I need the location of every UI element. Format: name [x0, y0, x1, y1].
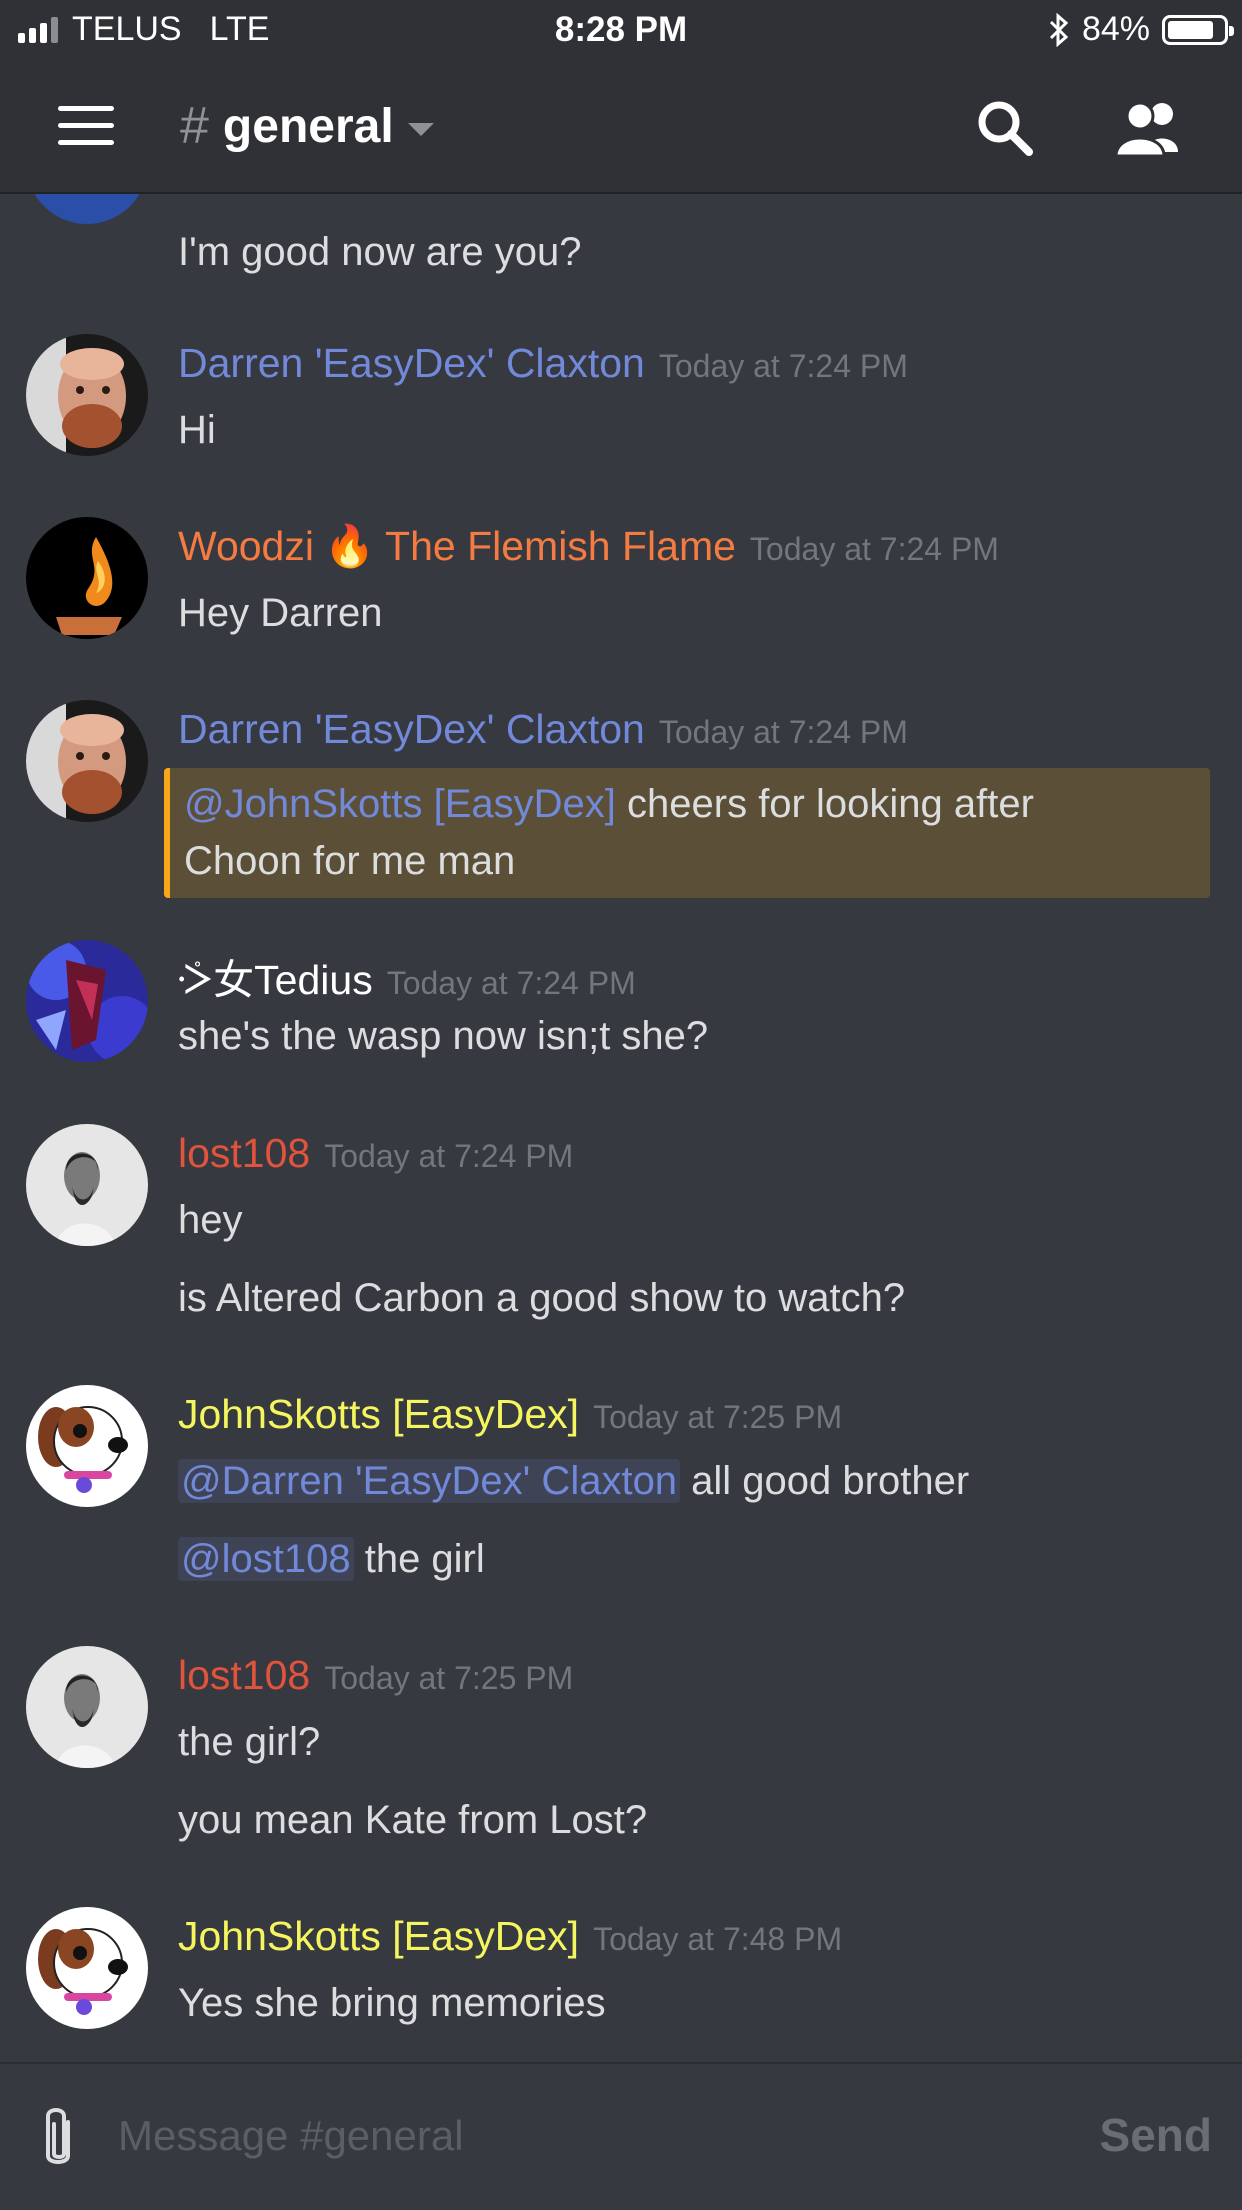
- message-list[interactable]: I'm good now are you? Darren 'EasyDex' C…: [0, 62, 1242, 2062]
- message-header: JohnSkotts [EasyDex] Today at 7:25 PM: [178, 1391, 842, 1438]
- chevron-down-icon: [407, 122, 434, 136]
- message-composer: Message #general Send: [0, 2062, 1242, 2210]
- username-suffix[interactable]: The Flemish Flame: [385, 523, 736, 570]
- fire-emoji: 🔥: [323, 523, 376, 569]
- avatar-johnskotts[interactable]: [26, 1907, 148, 2029]
- message-text: @JohnSkotts [EasyDex] cheers for looking…: [184, 776, 1198, 890]
- username[interactable]: JohnSkotts [EasyDex]: [178, 1913, 579, 1960]
- message-header: ᢶ⼥Tedius Today at 7:24 PM: [178, 946, 636, 1006]
- message-header: Darren 'EasyDex' Claxton Today at 7:24 P…: [178, 340, 908, 387]
- attachment-icon[interactable]: [36, 2104, 80, 2174]
- message-input[interactable]: Message #general: [118, 2112, 464, 2160]
- channel-header: # general: [0, 62, 1242, 194]
- username[interactable]: Woodzi: [178, 523, 314, 570]
- members-icon[interactable]: [1112, 98, 1184, 158]
- message-header: Darren 'EasyDex' Claxton Today at 7:24 P…: [178, 706, 908, 753]
- message-text: hey: [178, 1198, 243, 1242]
- timestamp: Today at 7:24 PM: [324, 1138, 574, 1174]
- avatar-darren[interactable]: [26, 334, 148, 456]
- message-text-part: cheers for looking after: [615, 782, 1034, 826]
- message-text: you mean Kate from Lost?: [178, 1798, 648, 1842]
- user-mention[interactable]: @lost108: [178, 1537, 354, 1581]
- message-header: lost108 Today at 7:24 PM: [178, 1130, 573, 1177]
- avatar-darren[interactable]: [26, 700, 148, 822]
- message-header: lost108 Today at 7:25 PM: [178, 1652, 573, 1699]
- message-header: JohnSkotts [EasyDex] Today at 7:48 PM: [178, 1913, 842, 1960]
- message-text-part: the girl: [353, 1537, 485, 1581]
- bluetooth-icon: [1049, 12, 1069, 47]
- timestamp: Today at 7:25 PM: [324, 1660, 574, 1696]
- status-right: 84%: [1048, 10, 1234, 49]
- avatar-lost108[interactable]: [26, 1646, 148, 1768]
- avatar-lost108[interactable]: [26, 1124, 148, 1246]
- battery-icon: [1162, 14, 1234, 45]
- avatar-tedius[interactable]: [26, 940, 148, 1062]
- message-text: Hey Darren: [178, 591, 383, 635]
- message-text: Yes she bring memories: [178, 1981, 606, 2025]
- message-text-part: Choon for me man: [184, 839, 516, 883]
- username[interactable]: lost108: [178, 1130, 310, 1177]
- battery-percent: 84%: [1081, 10, 1150, 48]
- username[interactable]: lost108: [178, 1652, 310, 1699]
- message-text: the girl?: [178, 1720, 321, 1764]
- username[interactable]: Darren 'EasyDex' Claxton: [178, 340, 645, 387]
- menu-icon[interactable]: [58, 106, 114, 146]
- timestamp: Today at 7:24 PM: [658, 714, 908, 750]
- user-mention[interactable]: @JohnSkotts [EasyDex]: [184, 782, 616, 826]
- hash-icon: #: [180, 97, 209, 155]
- channel-name: general: [222, 99, 394, 153]
- message-text: Hi: [178, 408, 216, 452]
- username[interactable]: Darren 'EasyDex' Claxton: [178, 706, 645, 753]
- username[interactable]: ᢶ⼥Tedius: [178, 946, 373, 1006]
- message-text-part: all good brother: [680, 1459, 970, 1503]
- channel-title[interactable]: # general: [180, 96, 434, 156]
- mention-highlight: @JohnSkotts [EasyDex] cheers for looking…: [164, 768, 1210, 898]
- message-text: I'm good now are you?: [178, 230, 582, 274]
- message-text: @Darren 'EasyDex' Claxton all good broth…: [178, 1459, 969, 1504]
- timestamp: Today at 7:24 PM: [749, 531, 999, 567]
- message-text: she's the wasp now isn;t she?: [178, 1014, 709, 1058]
- message-text: is Altered Carbon a good show to watch?: [178, 1276, 906, 1320]
- send-button[interactable]: Send: [1100, 2108, 1212, 2162]
- timestamp: Today at 7:24 PM: [658, 348, 908, 384]
- message-header: Woodzi 🔥 The Flemish Flame Today at 7:24…: [178, 523, 999, 571]
- avatar-woodzi[interactable]: [26, 517, 148, 639]
- status-bar: TELUS LTE 8:28 PM 84%: [0, 0, 1242, 62]
- user-mention[interactable]: @Darren 'EasyDex' Claxton: [178, 1459, 681, 1503]
- timestamp: Today at 7:48 PM: [593, 1921, 843, 1957]
- timestamp: Today at 7:24 PM: [386, 965, 636, 1001]
- search-icon[interactable]: [975, 98, 1035, 158]
- avatar-johnskotts[interactable]: [26, 1385, 148, 1507]
- message-text: @lost108 the girl: [178, 1537, 485, 1582]
- timestamp: Today at 7:25 PM: [593, 1399, 843, 1435]
- username[interactable]: JohnSkotts [EasyDex]: [178, 1391, 579, 1438]
